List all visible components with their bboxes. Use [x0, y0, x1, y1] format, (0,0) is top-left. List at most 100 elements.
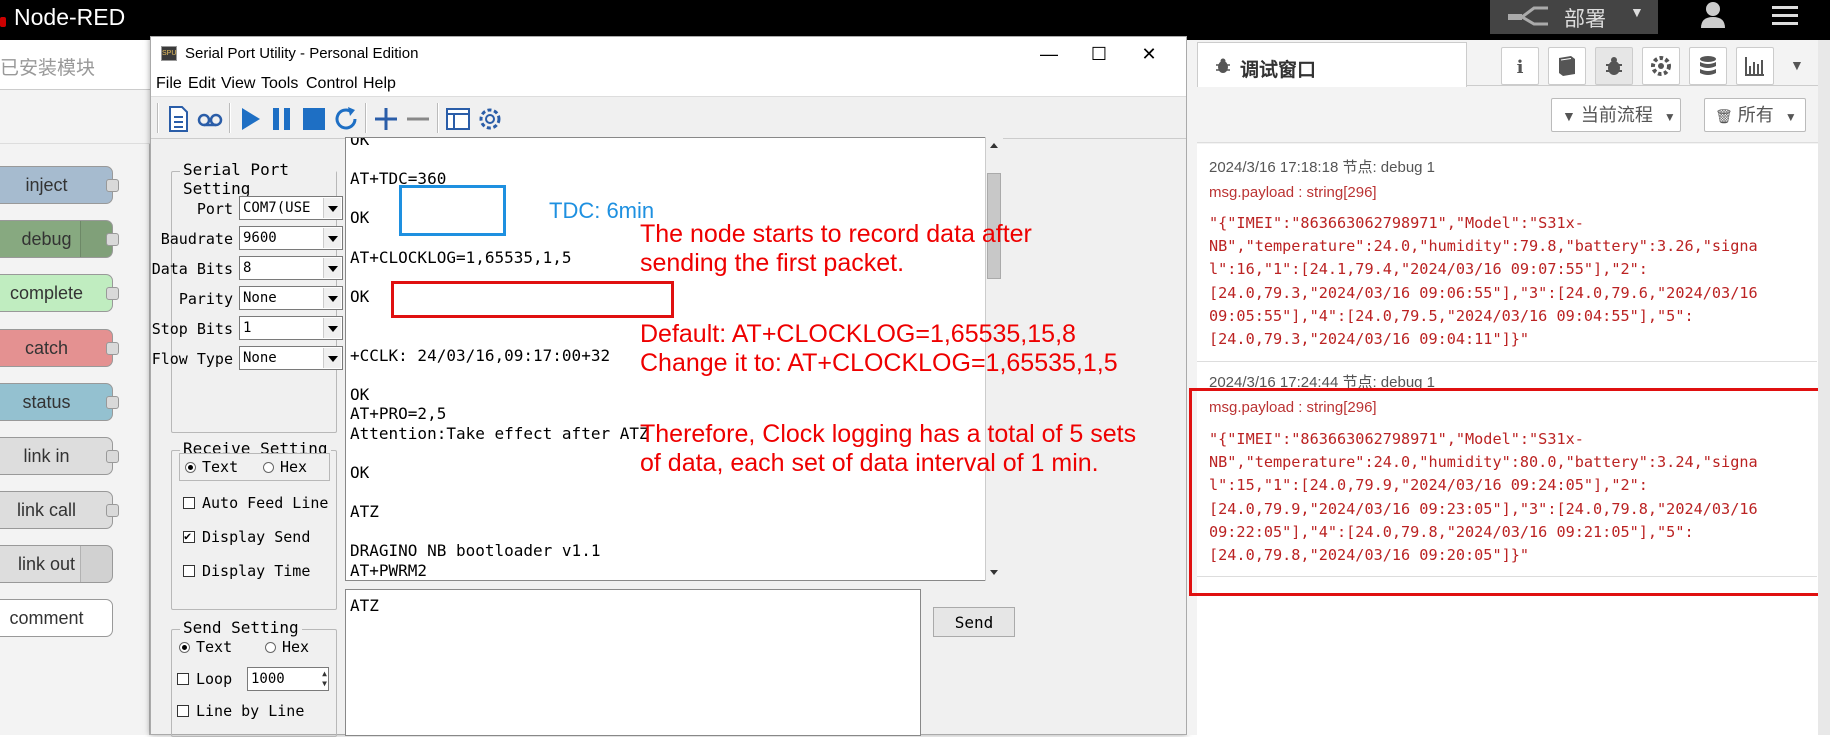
hamburger-menu-icon[interactable]: [1770, 4, 1800, 28]
node-output-port[interactable]: [106, 450, 119, 463]
send-hex-radio[interactable]: Hex: [265, 638, 309, 656]
message-meta: 2024/3/16 17:18:18 节点: debug 1: [1209, 159, 1436, 176]
pause-icon[interactable]: [267, 104, 297, 134]
message-type[interactable]: msg.payload : string[296]: [1209, 184, 1377, 201]
dropdown-arrow-icon[interactable]: [323, 228, 341, 248]
message-payload[interactable]: "{"IMEI":"863663062798971","Model":"S31x…: [1209, 212, 1758, 351]
menu-tools[interactable]: Tools: [261, 75, 298, 93]
palette-node-link-call[interactable]: link call: [0, 491, 119, 529]
field-label: Flow Type: [151, 350, 233, 368]
node-output-port[interactable]: [106, 396, 119, 409]
field-select[interactable]: None: [239, 346, 343, 370]
field-select[interactable]: None: [239, 286, 343, 310]
clear-all-button[interactable]: 🗑 所有 ▼: [1704, 98, 1806, 132]
chart-icon[interactable]: [1736, 47, 1774, 85]
dropdown-arrow-icon[interactable]: [323, 198, 341, 218]
display-time-checkbox[interactable]: Display Time: [183, 562, 310, 580]
field-select[interactable]: COM7(USE: [239, 196, 343, 220]
receive-text-radio[interactable]: Text: [185, 458, 238, 476]
app-icon: SPU: [161, 46, 177, 61]
node-output-port[interactable]: [106, 342, 119, 355]
database-icon[interactable]: [1689, 47, 1727, 85]
loop-checkbox[interactable]: Loop: [177, 670, 232, 688]
dropdown-arrow-icon[interactable]: [323, 318, 341, 338]
field-select[interactable]: 1: [239, 316, 343, 340]
play-icon[interactable]: [235, 104, 265, 134]
dropdown-arrow-icon[interactable]: [323, 258, 341, 278]
node-output-port[interactable]: [106, 233, 119, 246]
book-icon[interactable]: [1548, 47, 1586, 85]
node-output-port[interactable]: [106, 504, 119, 517]
menu-bar: File Edit View Tools Control Help: [151, 71, 1186, 97]
toolbar-separator: [365, 103, 367, 133]
send-text-radio[interactable]: Text: [179, 638, 232, 656]
scroll-up-icon[interactable]: [987, 139, 1001, 153]
dropdown-arrow-icon[interactable]: [323, 348, 341, 368]
field-select[interactable]: 9600: [239, 226, 343, 250]
remove-icon[interactable]: [403, 104, 433, 134]
chevron-down-icon: ▼: [1663, 110, 1676, 124]
dropdown-arrow-icon[interactable]: [323, 288, 341, 308]
menu-view[interactable]: View: [221, 75, 255, 93]
minimize-button[interactable]: —: [1024, 37, 1074, 71]
svg-text:i: i: [1517, 57, 1524, 78]
note-first-packet: The node starts to record data after sen…: [640, 220, 1032, 277]
stop-icon[interactable]: [299, 104, 329, 134]
palette-node-debug[interactable]: debug: [0, 220, 119, 258]
info-icon[interactable]: i: [1501, 47, 1539, 85]
scroll-down-icon[interactable]: [987, 565, 1001, 579]
palette-node-label: catch: [24, 338, 69, 358]
menu-file[interactable]: File: [156, 75, 182, 93]
send-textarea[interactable]: ATZ: [345, 589, 921, 736]
menu-edit[interactable]: Edit: [188, 75, 216, 93]
settings-gear-icon[interactable]: [475, 104, 505, 134]
spinner-arrows-icon[interactable]: ▲ ▼: [322, 669, 327, 689]
deploy-label: 部署: [1564, 8, 1606, 31]
palette-search-input[interactable]: 已安装模块: [0, 40, 150, 90]
sidebar-scrollbar[interactable]: [1818, 40, 1830, 735]
debug-message[interactable]: 2024/3/16 17:18:18 节点: debug 1 msg.paylo…: [1197, 147, 1817, 362]
refresh-icon[interactable]: [331, 104, 361, 134]
tab-debug[interactable]: [1197, 42, 1467, 87]
display-send-checkbox[interactable]: Display Send: [183, 528, 310, 546]
line-by-line-checkbox[interactable]: Line by Line: [177, 702, 304, 720]
menu-help[interactable]: Help: [363, 75, 396, 93]
send-button[interactable]: Send: [933, 607, 1015, 637]
palette-node-comment[interactable]: comment: [0, 599, 113, 637]
maximize-button[interactable]: ☐: [1074, 37, 1124, 71]
palette-node-link-in[interactable]: link in: [0, 437, 119, 475]
palette-node-label: link call: [16, 500, 77, 520]
palette-category-header[interactable]: [0, 90, 150, 144]
palette-search-placeholder: 已安装模块: [0, 58, 96, 79]
window-layout-icon[interactable]: [443, 104, 473, 134]
debug-bug-icon[interactable]: [1595, 47, 1633, 85]
field-label: Data Bits: [151, 260, 233, 278]
user-icon[interactable]: [1695, 0, 1731, 30]
loop-interval-input[interactable]: 1000 ▲ ▼: [247, 667, 329, 691]
menu-control[interactable]: Control: [306, 75, 358, 93]
chevron-down-icon[interactable]: ▼: [1790, 57, 1804, 73]
filter-current-flow-button[interactable]: ▼ 当前流程 ▼: [1551, 98, 1681, 132]
note-clocklog-change: Default: AT+CLOCKLOG=1,65535,15,8 Change…: [640, 320, 1118, 377]
add-icon[interactable]: [371, 104, 401, 134]
gear-icon[interactable]: [1642, 47, 1680, 85]
node-output-port[interactable]: [106, 287, 119, 300]
filter-icon: ▼: [1562, 108, 1576, 124]
palette-node-complete[interactable]: complete: [0, 274, 119, 312]
node-output-port[interactable]: [106, 179, 119, 192]
record-tape-icon[interactable]: [195, 104, 225, 134]
toolbar: [151, 97, 1186, 139]
palette-node-status[interactable]: status: [0, 383, 119, 421]
field-value: COM7(USE: [243, 200, 311, 216]
new-document-icon[interactable]: [163, 104, 193, 134]
field-select[interactable]: 8: [239, 256, 343, 280]
palette-node-catch[interactable]: catch: [0, 329, 119, 367]
auto-feed-line-checkbox[interactable]: Auto Feed Line: [183, 494, 328, 512]
chevron-down-icon[interactable]: ▼: [1630, 4, 1644, 20]
receive-hex-radio[interactable]: Hex: [263, 458, 307, 476]
palette-node-link-out[interactable]: link out: [0, 545, 113, 583]
deploy-button[interactable]: 部署 ▼: [1490, 0, 1658, 34]
close-button[interactable]: ✕: [1124, 37, 1174, 71]
clocklog-highlight-box: [391, 281, 674, 318]
palette-node-inject[interactable]: inject: [0, 166, 119, 204]
